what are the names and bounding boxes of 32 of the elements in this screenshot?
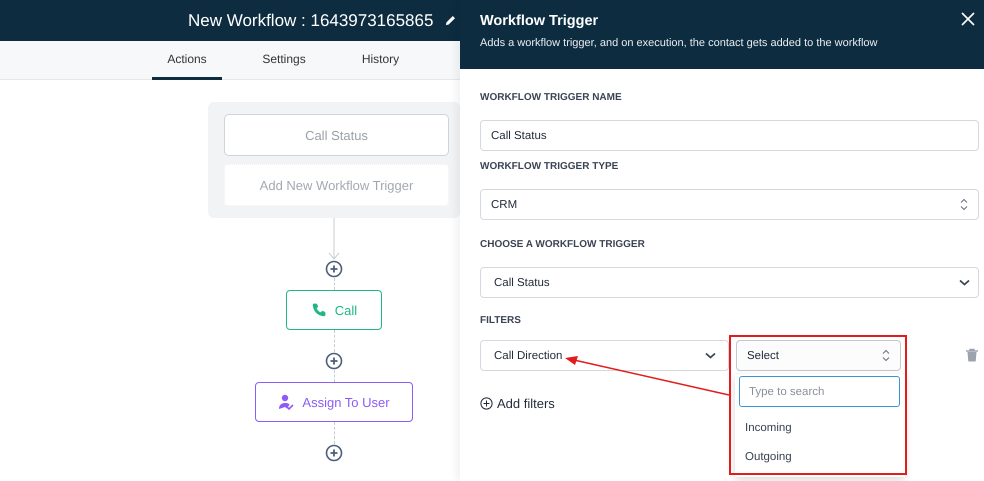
field-label: WORKFLOW TRIGGER TYPE <box>480 160 620 174</box>
user-check-icon <box>278 394 294 410</box>
filter-value-select[interactable]: Select <box>736 340 901 371</box>
type-select[interactable]: CRM <box>480 189 979 220</box>
panel-title: Workflow Trigger <box>480 13 598 29</box>
connector-arrow <box>327 218 341 260</box>
up-down-icon <box>960 198 968 211</box>
tab[interactable]: Settings <box>263 41 305 80</box>
pencil-icon[interactable] <box>445 15 456 26</box>
filter-field-dropdown[interactable]: Call Direction <box>480 340 729 371</box>
dropdown-option[interactable]: Incoming <box>739 414 798 443</box>
add-filters-button[interactable]: Add filters <box>480 396 555 411</box>
phone-icon <box>310 302 327 318</box>
workflow-title: New Workflow : 1643973165865 <box>188 10 434 30</box>
field-label: WORKFLOW TRIGGER NAME <box>480 91 623 105</box>
search-field[interactable]: Type to search <box>739 376 900 407</box>
up-down-icon <box>882 349 890 362</box>
field-label: FILTERS <box>480 314 522 328</box>
add-step-icon[interactable] <box>325 444 343 462</box>
add-step-icon[interactable] <box>325 260 343 278</box>
add-step-icon[interactable] <box>325 352 343 370</box>
tab[interactable]: Actions <box>152 41 222 80</box>
step-node[interactable]: Assign To User <box>255 382 413 422</box>
chevron-down-icon <box>959 279 970 286</box>
plus-circle-icon <box>480 397 493 410</box>
dropdown-option[interactable]: Outgoing <box>739 443 798 472</box>
panel-subtitle: Adds a workflow trigger, and on execution, the contact gets added to the workflow <box>480 37 878 49</box>
field-label: CHOOSE A WORKFLOW TRIGGER <box>480 238 646 252</box>
trigger-dropdown[interactable]: Call Status <box>480 267 979 298</box>
tab[interactable]: History <box>362 41 399 80</box>
name-input-field[interactable]: Call Status <box>480 120 979 151</box>
chevron-down-icon <box>705 352 716 359</box>
